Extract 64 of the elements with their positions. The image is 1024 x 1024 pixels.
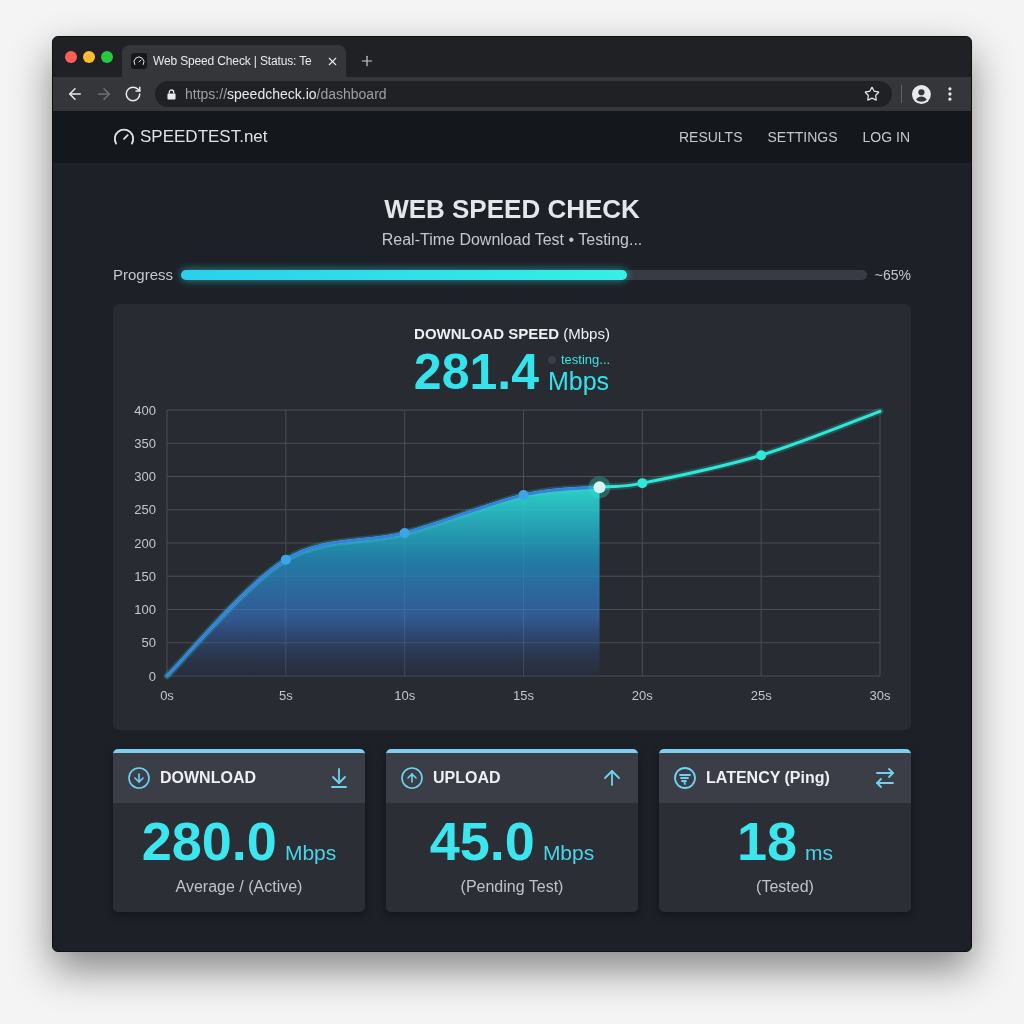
stat-value: 18 — [736, 812, 798, 870]
y-axis-label: 400 — [134, 402, 156, 418]
x-axis-label: 25s — [750, 688, 772, 703]
y-axis-label: 100 — [134, 602, 156, 617]
nav-link[interactable]: SETTINGS — [767, 126, 838, 148]
chart-title: DOWNLOAD SPEED (Mbps) — [414, 324, 610, 344]
address-field[interactable]: https://speedcheck.io/dashboard — [155, 81, 893, 107]
reload-icon[interactable] — [124, 85, 142, 103]
stat-note: Average / (Active) — [175, 877, 303, 897]
y-axis-label: 0 — [148, 668, 156, 684]
data-point — [637, 478, 648, 489]
stat-title: UPLOAD — [433, 768, 501, 788]
gauge-favicon-icon — [131, 53, 147, 69]
url-text: https://speedcheck.io/dashboard — [185, 84, 387, 104]
x-axis-label: 15s — [513, 688, 534, 703]
stat-note: (Pending Test) — [460, 877, 564, 897]
new-tab-icon[interactable] — [359, 53, 375, 69]
bookmark-star-icon[interactable] — [864, 86, 881, 102]
tab-title: Web Speed Check | Status: Te — [153, 53, 312, 70]
browser-tab[interactable]: Web Speed Check | Status: Te — [122, 45, 346, 77]
x-axis-label: 5s — [278, 688, 293, 703]
x-axis-label: 0s — [160, 688, 174, 703]
stat-unit: Mbps — [284, 840, 337, 866]
upload-circle-icon — [400, 766, 424, 790]
y-axis-label: 300 — [134, 469, 156, 484]
data-point — [756, 450, 767, 461]
current-speed-value: 281.4 — [413, 346, 539, 398]
stat-title: DOWNLOAD — [160, 768, 256, 788]
site-logo[interactable]: SPEEDTEST.net — [140, 124, 268, 150]
y-axis-label: 250 — [134, 502, 156, 518]
progress-label: Progress — [113, 264, 175, 285]
stat-note: (Tested) — [756, 877, 814, 897]
stat-unit: Mbps — [542, 840, 595, 866]
data-point — [518, 490, 529, 501]
x-axis-label: 30s — [869, 688, 891, 703]
back-icon[interactable] — [66, 85, 84, 103]
speed-unit: Mbps — [548, 367, 610, 395]
x-axis-label: 20s — [631, 688, 653, 703]
download-circle-icon — [127, 766, 151, 790]
maximize-window-icon[interactable] — [101, 51, 113, 63]
nav-link[interactable]: RESULTS — [678, 126, 743, 148]
data-point — [280, 554, 291, 565]
current-point-marker — [588, 476, 611, 499]
status-text: testing... — [561, 352, 611, 367]
nav-link[interactable]: LOG IN — [862, 126, 910, 148]
page-title: WEB SPEED CHECK — [383, 194, 641, 224]
lines-circle-icon — [673, 766, 697, 790]
progress-reading: ~65% — [874, 265, 911, 285]
profile-icon[interactable] — [912, 84, 932, 104]
y-axis-label: 150 — [134, 568, 156, 584]
stat-title: LATENCY (Ping) — [706, 768, 830, 788]
stat-value: 280.0 — [141, 812, 277, 870]
minimize-window-icon[interactable] — [83, 51, 95, 63]
lock-icon — [167, 88, 176, 100]
x-axis-label: 10s — [394, 688, 416, 703]
y-axis-label: 50 — [141, 635, 156, 651]
close-window-icon[interactable] — [65, 51, 77, 63]
stat-unit: ms — [805, 840, 834, 866]
page-subtitle: Real-Time Download Test • Testing... — [380, 230, 644, 250]
y-axis-label: 200 — [134, 535, 156, 551]
swap-arrows-icon — [873, 766, 897, 790]
stat-value: 45.0 — [429, 812, 535, 870]
data-point — [399, 528, 410, 539]
y-axis-label: 350 — [134, 435, 156, 451]
